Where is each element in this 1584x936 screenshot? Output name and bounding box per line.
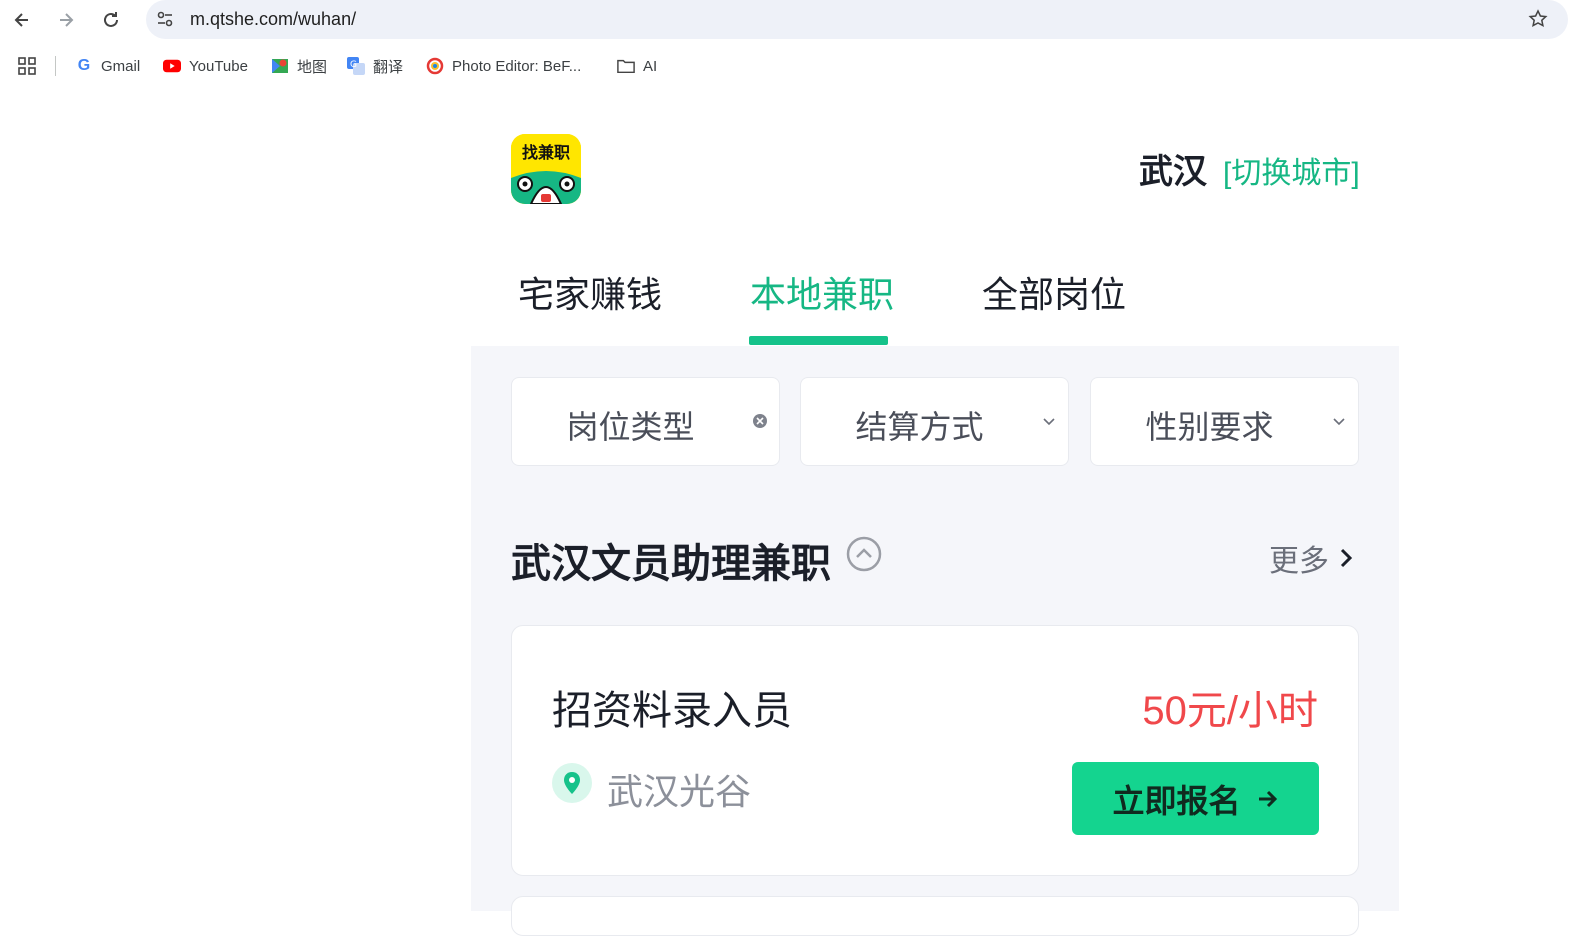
tab-local-part-time[interactable]: 本地兼职 — [750, 266, 894, 318]
chevron-right-icon — [1340, 548, 1353, 568]
bookmark-label: Gmail — [101, 57, 141, 75]
bookmark-label: 翻译 — [373, 58, 404, 76]
bookmark-photo-editor[interactable]: Photo Editor: BeF... — [426, 54, 581, 78]
section-title: 武汉文员助理兼职 — [511, 542, 831, 586]
folder-icon — [617, 57, 635, 75]
filter-gender-requirement[interactable]: 性别要求 — [1090, 377, 1359, 466]
bookmark-label: Photo Editor: BeF... — [452, 57, 582, 75]
job-salary: 50元/小时 — [1142, 689, 1318, 733]
browser-toolbar: m.qtshe.com/wuhan/ — [0, 0, 1584, 40]
switch-city-link[interactable]: [切换城市] — [1223, 148, 1360, 192]
bookmarks-bar: G Gmail YouTube 地图 G 翻译 Photo Editor: Be… — [0, 50, 1584, 82]
site-settings-icon[interactable] — [154, 8, 176, 30]
reload-button[interactable] — [97, 6, 125, 34]
filter-label: 性别要求 — [1145, 409, 1274, 445]
apply-button[interactable]: 立即报名 — [1072, 762, 1319, 835]
reload-icon — [104, 12, 118, 27]
forward-arrow-icon — [60, 13, 74, 27]
more-link[interactable]: 更多 — [1269, 536, 1355, 580]
chevron-down-icon — [1040, 412, 1058, 430]
category-tabs: 宅家赚钱 本地兼职 全部岗位 — [471, 260, 1399, 346]
svg-text:G: G — [350, 60, 357, 70]
bookmark-label: AI — [643, 57, 658, 75]
bookmark-translate[interactable]: G 翻译 — [347, 54, 403, 78]
maps-icon — [271, 57, 289, 75]
gmail-icon: G — [77, 57, 91, 74]
apply-label: 立即报名 — [1112, 782, 1241, 819]
job-location: 武汉光谷 — [607, 771, 752, 812]
location-pin-icon — [552, 763, 592, 803]
bookmark-star-icon[interactable] — [1526, 7, 1550, 31]
tab-all-positions[interactable]: 全部岗位 — [982, 266, 1126, 318]
back-arrow-icon — [14, 13, 28, 27]
job-card[interactable]: 招资料录入员 50元/小时 武汉光谷 立即报名 — [511, 625, 1359, 876]
bookmark-youtube[interactable]: YouTube — [163, 54, 248, 78]
more-label: 更多 — [1269, 545, 1329, 578]
main-content: 岗位类型 结算方式 性别要求 武汉文员助理兼职 更多 招资料录入员 50元/小时… — [471, 346, 1399, 936]
tab-work-from-home[interactable]: 宅家赚钱 — [518, 266, 662, 318]
job-title: 招资料录入员 — [552, 689, 792, 733]
filter-settlement-method[interactable]: 结算方式 — [800, 377, 1069, 466]
address-bar[interactable]: m.qtshe.com/wuhan/ — [146, 0, 1568, 39]
active-tab-indicator — [749, 336, 888, 345]
bookmark-maps[interactable]: 地图 — [271, 54, 327, 78]
photo-editor-icon — [426, 57, 444, 75]
collapse-up-icon[interactable] — [846, 536, 882, 572]
bookmark-gmail[interactable]: G Gmail — [75, 54, 140, 78]
apps-grid-icon — [18, 57, 36, 75]
filter-position-type[interactable]: 岗位类型 — [511, 377, 780, 466]
filter-label: 岗位类型 — [566, 409, 695, 445]
youtube-icon — [163, 57, 181, 75]
site-logo[interactable]: 找兼职 — [511, 134, 581, 204]
bookmark-label: 地图 — [297, 58, 328, 76]
current-city: 武汉 — [1139, 153, 1207, 191]
translate-icon: G — [347, 57, 365, 75]
job-card-next[interactable] — [511, 896, 1359, 936]
arrow-right-icon — [1258, 790, 1277, 807]
chevron-down-icon — [1330, 412, 1348, 430]
url-text[interactable]: m.qtshe.com/wuhan/ — [190, 9, 356, 30]
filter-label: 结算方式 — [855, 409, 984, 445]
forward-button[interactable] — [52, 6, 80, 34]
bookmark-folder-ai[interactable]: AI — [617, 54, 657, 78]
page: 找兼职 武汉 [切换城市] 宅家赚钱 本地兼职 全部岗位 岗位类型 结算方式 性… — [471, 100, 1399, 936]
back-button[interactable] — [8, 6, 36, 34]
apps-button[interactable] — [17, 54, 37, 78]
bookmarks-separator — [55, 56, 56, 76]
clear-icon[interactable] — [751, 412, 769, 430]
logo-text: 找兼职 — [522, 143, 570, 162]
bookmark-label: YouTube — [189, 57, 248, 75]
